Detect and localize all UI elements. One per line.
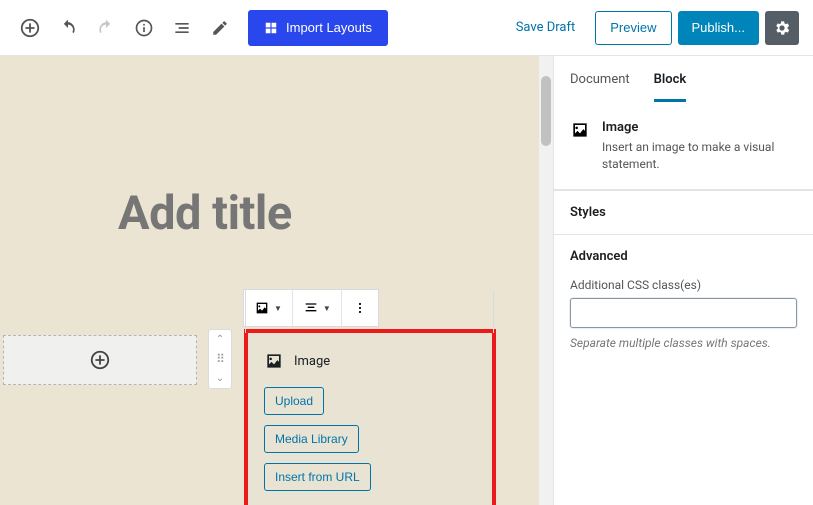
media-library-button[interactable]: Media Library [264,425,359,453]
block-toolbar: ▼ ▼ [243,289,379,327]
advanced-section: Advanced Additional CSS class(es) Separa… [554,234,813,364]
drag-handle-icon[interactable]: ⠿ [216,352,224,366]
block-info-name: Image [602,120,797,135]
undo-icon[interactable] [52,12,84,44]
import-layouts-button[interactable]: Import Layouts [248,10,388,46]
tab-block[interactable]: Block [654,72,687,102]
layouts-icon [264,21,278,35]
sidebar-tabs: Document Block [554,56,813,102]
image-icon [570,120,590,140]
more-vertical-icon [352,300,368,316]
gear-icon [773,19,791,37]
image-block-header: Image [264,351,476,371]
styles-section[interactable]: Styles [554,190,813,234]
caret-down-icon: ▼ [274,304,282,313]
align-button[interactable]: ▼ [293,290,342,326]
preview-button[interactable]: Preview [595,11,671,45]
chevron-down-icon[interactable]: ⌄ [216,373,224,384]
align-icon [303,300,319,316]
redo-icon [90,12,122,44]
image-block-label: Image [294,354,330,369]
chevron-up-icon[interactable]: ⌃ [216,334,224,345]
block-type-button[interactable]: ▼ [244,290,293,326]
edit-icon[interactable] [204,12,236,44]
add-icon [89,349,111,371]
insert-from-url-button[interactable]: Insert from URL [264,463,371,491]
outline-icon[interactable] [166,12,198,44]
styles-heading: Styles [570,205,797,220]
main-area: Add title ⌃ ⠿ ⌄ ▼ ▼ Image [0,56,813,505]
css-classes-input[interactable] [570,298,797,328]
add-block-placeholder[interactable] [3,335,197,385]
import-label: Import Layouts [286,20,372,35]
top-toolbar: Import Layouts Save Draft Preview Publis… [0,0,813,56]
save-draft-button[interactable]: Save Draft [516,20,576,35]
settings-sidebar: Document Block Image Insert an image to … [553,56,813,505]
advanced-heading: Advanced [570,249,797,264]
add-block-icon[interactable] [14,12,46,44]
publish-button[interactable]: Publish... [678,11,759,45]
more-options-button[interactable] [342,290,378,326]
upload-button[interactable]: Upload [264,387,324,415]
image-icon [264,351,284,371]
block-info: Image Insert an image to make a visual s… [554,102,813,190]
tab-document[interactable]: Document [570,72,630,102]
css-classes-label: Additional CSS class(es) [570,278,797,292]
scrollbar[interactable] [539,56,553,505]
block-move-handle[interactable]: ⌃ ⠿ ⌄ [208,329,232,389]
image-block-placeholder: Image Upload Media Library Insert from U… [244,329,496,505]
block-info-desc: Insert an image to make a visual stateme… [602,139,797,173]
post-title-input[interactable]: Add title [118,186,292,241]
info-icon[interactable] [128,12,160,44]
settings-button[interactable] [765,11,799,45]
scroll-thumb[interactable] [541,76,551,146]
image-icon [254,300,270,316]
editor-canvas: Add title ⌃ ⠿ ⌄ ▼ ▼ Image [0,56,553,505]
css-classes-help: Separate multiple classes with spaces. [570,336,797,350]
caret-down-icon: ▼ [323,304,331,313]
